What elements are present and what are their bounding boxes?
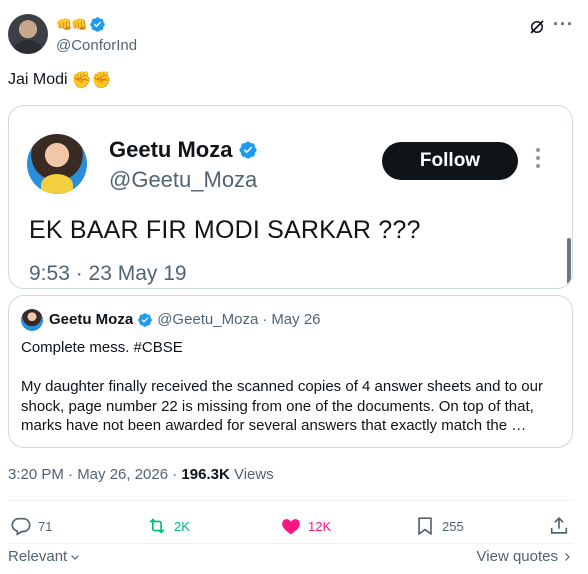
repost-button[interactable]: 2K	[146, 515, 190, 537]
quoted-date: May 26	[271, 311, 321, 328]
tweet-text-content: Jai Modi	[8, 71, 68, 88]
display-name-emojis: 👊👊	[56, 16, 87, 32]
verified-badge-icon	[90, 17, 106, 32]
bookmark-count: 255	[442, 518, 464, 534]
tweet-time-date: 3:20 PM · May 26, 2026 ·	[8, 466, 182, 483]
chevron-right-icon	[565, 552, 570, 561]
tweet-header: 👊👊 @ConforInd ···	[8, 14, 580, 58]
repost-icon	[149, 518, 165, 534]
quoted-handle: @Geetu_Moza	[157, 311, 259, 328]
reply-button[interactable]: 71	[10, 515, 52, 537]
tweet-emojis: ✊✊	[71, 72, 112, 89]
tweet-actions: 71 2K 12K 255	[8, 512, 573, 540]
view-quotes-label: View quotes	[476, 548, 558, 565]
quoted-tweet[interactable]: Geetu Moza @Geetu_Moza · May 26 Complete…	[8, 295, 573, 448]
quoted-line-2: My daughter finally received the scanned…	[21, 378, 543, 434]
share-button[interactable]	[548, 515, 570, 537]
embedded-tweet-text: EK BAAR FIR MODI SARKAR ???	[29, 216, 421, 244]
embedded-display-name: Geetu Moza	[109, 137, 258, 163]
quoted-tweet-body: Complete mess. #CBSE My daughter finally…	[21, 338, 566, 436]
heart-icon	[282, 519, 300, 535]
repost-count: 2K	[174, 518, 190, 534]
views-label: Views	[229, 466, 274, 483]
views-count: 196.3K	[181, 466, 230, 483]
sort-label: Relevant	[8, 548, 68, 565]
embedded-tweet-time: 9:53 · 23 May 19	[29, 262, 187, 285]
bookmark-button[interactable]: 255	[414, 515, 464, 537]
embedded-handle: @Geetu_Moza	[109, 167, 258, 192]
replies-footer: Relevant View quotes	[8, 548, 573, 568]
verified-badge-icon	[239, 141, 258, 159]
quoted-line-1: Complete mess. #CBSE	[21, 339, 183, 356]
display-name[interactable]: 👊👊	[56, 16, 106, 33]
share-icon	[550, 517, 568, 534]
chevron-down-icon	[71, 554, 80, 560]
bookmark-icon	[418, 517, 432, 536]
user-handle[interactable]: @ConforInd	[56, 37, 137, 54]
more-options-icon	[535, 148, 541, 170]
quoted-tweet-header: Geetu Moza @Geetu_Moza · May 26	[49, 311, 321, 328]
follow-button: Follow	[382, 142, 518, 180]
embedded-tweet-image[interactable]: Geetu Moza @Geetu_Moza Follow EK BAAR FI…	[8, 105, 573, 289]
grok-icon[interactable]	[528, 18, 546, 36]
quoted-avatar	[21, 309, 43, 331]
sort-replies-dropdown[interactable]: Relevant	[8, 548, 81, 565]
verified-badge-icon	[138, 312, 153, 327]
quoted-name: Geetu Moza	[49, 311, 134, 328]
quoted-separator: ·	[262, 311, 268, 328]
scrollbar	[567, 238, 571, 284]
view-quotes-link[interactable]: View quotes	[477, 548, 573, 565]
embedded-name-text: Geetu Moza	[109, 137, 233, 162]
divider	[8, 500, 573, 501]
embedded-avatar	[27, 134, 87, 194]
user-avatar[interactable]	[8, 14, 48, 54]
reply-count: 71	[38, 518, 53, 534]
tweet-text: Jai Modi ✊✊	[8, 70, 111, 90]
like-count: 12K	[308, 518, 332, 534]
divider	[8, 543, 573, 544]
more-options-icon[interactable]: ···	[553, 14, 574, 35]
reply-icon	[11, 517, 31, 536]
like-button[interactable]: 12K	[280, 515, 331, 537]
tweet-timestamp: 3:20 PM · May 26, 2026 · 196.3K Views	[8, 466, 274, 483]
